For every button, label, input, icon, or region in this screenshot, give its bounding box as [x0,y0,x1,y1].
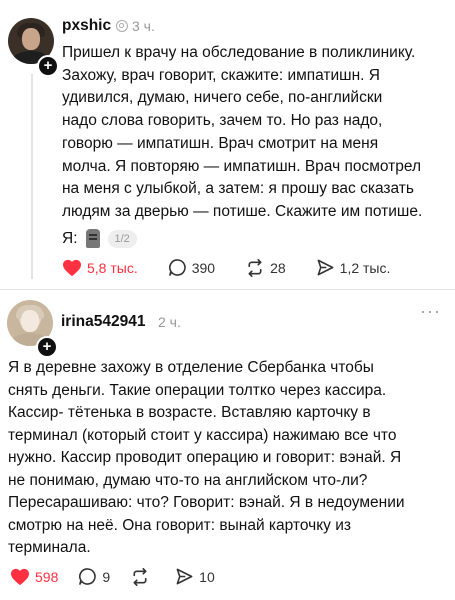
post-meta: 3 ч. [116,18,155,34]
more-options-icon[interactable]: ··· [420,302,441,320]
share-count: 1,2 тыс. [339,259,391,276]
sticker-image[interactable] [85,229,100,248]
comment-bubble-icon [168,259,186,276]
post-text: Я в деревне захожу в отделение Сбербанка… [8,359,405,556]
like-count: 598 [35,568,59,585]
send-icon [317,259,334,276]
reply-button[interactable]: 390 [168,258,215,277]
thread-post: + irina542941 2 ч. ··· Я в деревне захож… [0,292,455,600]
repost-button[interactable] [130,567,155,586]
reply-count: 390 [191,259,216,276]
reply-button[interactable]: 9 [78,567,110,586]
post-actions: 5,8 тыс. 390 28 1,2 тыс. [62,258,420,277]
like-button[interactable]: 598 [10,568,58,586]
repost-count: 28 [270,259,286,276]
post-text: Пришел к врачу на обследование в поликли… [62,44,423,220]
post-time: 2 ч. [158,314,181,330]
share-count: 10 [199,568,215,585]
repost-icon [248,258,262,277]
post-divider [0,289,455,290]
username[interactable]: pxshic [62,17,111,35]
post-attachment-row: Я: 1/2 [62,229,137,248]
share-button[interactable]: 10 [175,567,215,586]
like-button[interactable]: 5,8 тыс. [62,259,138,277]
send-icon [176,568,193,585]
like-count: 5,8 тыс. [87,259,138,276]
attachment-label: Я: [62,229,78,247]
follow-plus-button[interactable]: + [37,55,59,77]
verified-icon [116,20,128,32]
repost-button[interactable]: 28 [245,258,286,277]
heart-filled-icon [11,568,29,585]
follow-plus-button[interactable]: + [36,336,58,358]
share-button[interactable]: 1,2 тыс. [316,258,391,277]
thread-connector-line [31,74,33,279]
username[interactable]: irina542941 [61,313,145,331]
post-time: 3 ч. [132,18,155,34]
thread-post: + pxshic 3 ч. Пришел к врачу на обследов… [0,0,455,284]
heart-filled-icon [63,259,81,276]
comment-bubble-icon [79,568,97,585]
image-pager-badge: 1/2 [107,229,137,248]
reply-count: 9 [102,568,111,585]
post-actions: 598 9 10 [10,567,235,586]
repost-icon [133,567,147,586]
